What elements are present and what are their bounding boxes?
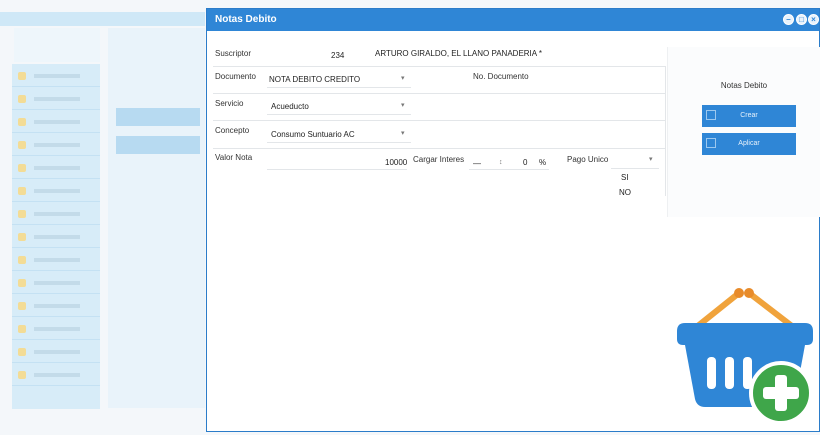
background-menu-item	[12, 319, 100, 340]
background-menu-item	[12, 158, 100, 179]
background-menu-item	[12, 204, 100, 225]
debit-notes-dialog: Notas Debito – □ × Suscriptor 234 ARTURO…	[206, 8, 820, 432]
background-menu-item	[12, 250, 100, 271]
chevron-down-icon[interactable]: ▾	[401, 74, 405, 82]
background-menu-item	[12, 135, 100, 156]
background-panel	[108, 28, 205, 408]
background-menu-item	[12, 66, 100, 87]
background-sidebar	[12, 64, 100, 409]
interest-label: Cargar Interes	[413, 155, 465, 164]
background-menu-item	[12, 342, 100, 363]
chevron-down-icon[interactable]: ▾	[401, 101, 405, 109]
single-payment-option-no[interactable]: NO	[619, 188, 631, 197]
background-menu-item	[12, 227, 100, 248]
document-label: Documento	[215, 72, 256, 81]
shopping-basket-add-icon	[677, 288, 813, 425]
document-number-label: No. Documento	[473, 72, 529, 81]
chevron-down-icon[interactable]: ▾	[401, 129, 405, 137]
chevron-down-icon[interactable]: ▾	[649, 155, 653, 163]
background-app	[0, 0, 205, 435]
document-select[interactable]: NOTA DEBITO CREDITO	[269, 75, 360, 84]
concept-label: Concepto	[215, 126, 250, 135]
create-button[interactable]: Crear	[702, 105, 796, 127]
single-payment-label: Pago Unico	[567, 155, 609, 164]
close-icon[interactable]: ×	[808, 14, 819, 25]
background-logo-area	[14, 28, 100, 62]
service-select[interactable]: Acueducto	[271, 102, 309, 111]
background-menu-item	[12, 181, 100, 202]
note-value-label: Valor Nota	[215, 153, 253, 162]
background-menu-item	[12, 89, 100, 110]
background-menu-item	[12, 365, 100, 386]
spinner-icon[interactable]: ↕	[499, 159, 503, 166]
minimize-icon[interactable]: –	[783, 14, 794, 25]
dialog-title: Notas Debito	[215, 14, 277, 25]
background-row-highlight	[116, 108, 200, 126]
interest-percent-field[interactable]: 0	[523, 158, 527, 167]
actions-card-title: Notas Debito	[720, 81, 768, 90]
dialog-titlebar: Notas Debito – □ ×	[207, 9, 819, 31]
service-label: Servicio	[215, 99, 244, 108]
maximize-icon[interactable]: □	[796, 14, 807, 25]
actions-card: Notas Debito Crear Aplicar	[667, 47, 820, 217]
subscriber-id-field[interactable]: 234	[331, 51, 344, 60]
single-payment-option-yes[interactable]: SI	[621, 173, 629, 182]
subscriber-label: Suscriptor	[215, 49, 252, 58]
background-row-highlight	[116, 136, 200, 154]
background-menu-item	[12, 296, 100, 317]
note-value-field[interactable]: 10000	[385, 158, 407, 167]
background-menu-item	[12, 112, 100, 133]
background-menu-item	[12, 273, 100, 294]
interest-unit: %	[539, 158, 547, 167]
concept-select[interactable]: Consumo Suntuario AC	[271, 130, 355, 139]
subscriber-name: ARTURO GIRALDO, EL LLANO PANADERIA *	[375, 49, 543, 58]
interest-value-field[interactable]: —	[473, 159, 481, 168]
background-topbar	[0, 12, 205, 26]
apply-button[interactable]: Aplicar	[702, 133, 796, 155]
